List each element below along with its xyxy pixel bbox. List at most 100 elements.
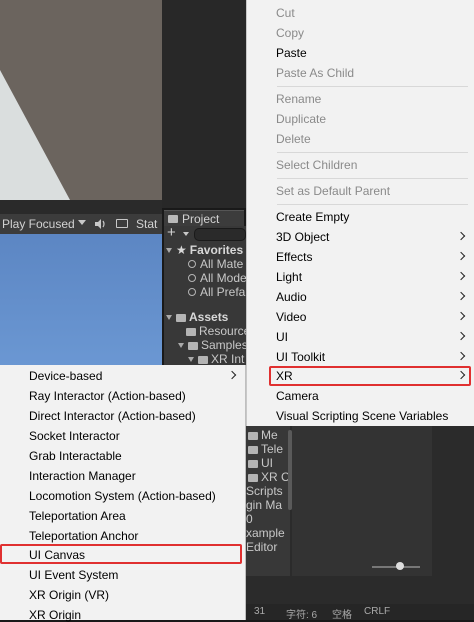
tree-item-fav-1[interactable]: All Mode (188, 271, 247, 285)
play-focused-dropdown[interactable]: Play Focused (2, 217, 75, 231)
tree-item-fav-0[interactable]: All Mate (188, 257, 243, 271)
menu-item-light[interactable]: Light (276, 270, 302, 284)
tree-item-assets[interactable]: Assets (166, 310, 228, 324)
file-item[interactable]: Scripts (246, 484, 283, 498)
menu-item-set-default-parent[interactable]: Set as Default Parent (276, 184, 390, 198)
menu-item-rename[interactable]: Rename (276, 92, 321, 106)
add-icon[interactable]: + (167, 224, 176, 241)
asset-grid (292, 426, 432, 576)
menu-item-grab-interactable[interactable]: Grab Interactable (29, 449, 122, 463)
keyboard-icon[interactable] (116, 219, 128, 228)
chevron-right-icon (456, 351, 466, 361)
file-item[interactable]: Editor (246, 540, 277, 554)
chevron-right-icon (456, 271, 466, 281)
menu-item-xr-origin-vr[interactable]: XR Origin (VR) (29, 588, 109, 602)
menu-separator (277, 86, 468, 87)
menu-item-delete[interactable]: Delete (276, 132, 311, 146)
menu-item-select-children[interactable]: Select Children (276, 158, 357, 172)
expand-triangle-icon[interactable] (178, 343, 184, 348)
search-icon (188, 274, 196, 282)
folder-icon (168, 215, 178, 223)
menu-item-3d-object[interactable]: 3D Object (276, 230, 329, 244)
stats-button[interactable]: Stat (136, 217, 157, 231)
hierarchy-context-menu: Cut Copy Paste Paste As Child Rename Dup… (246, 0, 474, 426)
menu-item-locomotion-system[interactable]: Locomotion System (Action-based) (29, 489, 216, 503)
chevron-right-icon (456, 231, 466, 241)
project-search-input[interactable] (194, 228, 246, 241)
expand-triangle-icon[interactable] (188, 357, 194, 362)
menu-item-ui-toolkit[interactable]: UI Toolkit (276, 350, 325, 364)
file-item[interactable]: gin Ma (246, 498, 282, 512)
project-toolbar: + (164, 224, 246, 242)
folder-item[interactable]: Tele (248, 442, 283, 456)
tree-item-fav-2[interactable]: All Prefa (188, 285, 245, 299)
menu-item-ui-event-system[interactable]: UI Event System (29, 568, 118, 582)
scene-view-bottom-bar (0, 200, 162, 214)
folder-item[interactable]: UI (248, 456, 273, 470)
menu-item-interaction-manager[interactable]: Interaction Manager (29, 469, 136, 483)
scene-floor-plane (0, 70, 70, 200)
chevron-down-icon[interactable] (78, 220, 86, 225)
menu-item-direct-interactor[interactable]: Direct Interactor (Action-based) (29, 409, 196, 423)
status-line-ending: CRLF (364, 606, 391, 617)
tree-item-samples[interactable]: Samples (178, 338, 248, 352)
search-icon (188, 288, 196, 296)
zoom-slider-handle[interactable] (396, 562, 404, 570)
menu-item-device-based[interactable]: Device-based (29, 369, 102, 383)
folder-icon (248, 474, 258, 482)
menu-item-xr[interactable]: XR (276, 369, 293, 383)
tree-item-favorites[interactable]: ★ Favorites (166, 243, 243, 257)
status-bar: 31 字符: 6 空格 CRLF (246, 604, 474, 621)
menu-item-visual-scripting[interactable]: Visual Scripting Scene Variables (276, 409, 448, 423)
folder-item[interactable]: Me (248, 428, 278, 442)
tab-project-label: Project (182, 212, 220, 226)
menu-item-ray-interactor[interactable]: Ray Interactor (Action-based) (29, 389, 186, 403)
tab-project[interactable]: Project (164, 210, 244, 227)
menu-item-ui[interactable]: UI (276, 330, 288, 344)
menu-item-copy[interactable]: Copy (276, 26, 304, 40)
tree-item-xr-interaction[interactable]: XR Int (188, 352, 244, 366)
speaker-icon[interactable] (94, 218, 106, 230)
hierarchy-panel-background (162, 0, 246, 208)
folder-icon (248, 446, 258, 454)
folder-icon (186, 328, 196, 336)
highlight-box-xr (269, 366, 471, 386)
menu-item-create-empty[interactable]: Create Empty (276, 210, 349, 224)
file-item[interactable]: 0 (246, 512, 253, 526)
star-icon: ★ (176, 243, 187, 257)
menu-item-teleportation-area[interactable]: Teleportation Area (29, 509, 126, 523)
project-folder-list: Me Tele UI XR C Scripts gin Ma 0 xample … (246, 426, 290, 576)
menu-separator (277, 152, 468, 153)
status-indent: 空格 (332, 610, 352, 621)
chevron-right-icon (456, 311, 466, 321)
status-line: 31 (254, 606, 266, 617)
chevron-down-icon[interactable] (183, 232, 189, 236)
tree-item-resources[interactable]: Resource (186, 324, 250, 338)
folder-icon (188, 342, 198, 350)
menu-item-paste-as-child[interactable]: Paste As Child (276, 66, 354, 80)
menu-item-teleportation-anchor[interactable]: Teleportation Anchor (29, 529, 138, 543)
menu-item-duplicate[interactable]: Duplicate (276, 112, 326, 126)
chevron-right-icon (456, 251, 466, 261)
menu-item-effects[interactable]: Effects (276, 250, 312, 264)
project-tree: ★ Favorites All Mate All Mode All Prefa A… (164, 242, 250, 372)
folder-icon (248, 432, 258, 440)
expand-triangle-icon[interactable] (166, 248, 172, 253)
menu-item-video[interactable]: Video (276, 310, 306, 324)
folder-item[interactable]: XR C (248, 470, 290, 484)
chevron-right-icon (227, 370, 237, 380)
expand-triangle-icon[interactable] (166, 315, 172, 320)
folder-icon (198, 356, 208, 364)
scene-view[interactable] (0, 0, 162, 200)
menu-separator (277, 178, 468, 179)
status-chars: 字符: 6 (286, 610, 318, 621)
menu-item-cut[interactable]: Cut (276, 6, 295, 20)
menu-item-camera[interactable]: Camera (276, 389, 319, 403)
xr-submenu: Device-based Ray Interactor (Action-base… (0, 365, 246, 622)
menu-item-ui-canvas[interactable]: UI Canvas (29, 548, 85, 562)
menu-item-audio[interactable]: Audio (276, 290, 307, 304)
game-view-toolbar: Play Focused Stat (0, 214, 162, 234)
menu-item-paste[interactable]: Paste (276, 46, 307, 60)
file-item[interactable]: xample (246, 526, 285, 540)
menu-item-socket-interactor[interactable]: Socket Interactor (29, 429, 120, 443)
